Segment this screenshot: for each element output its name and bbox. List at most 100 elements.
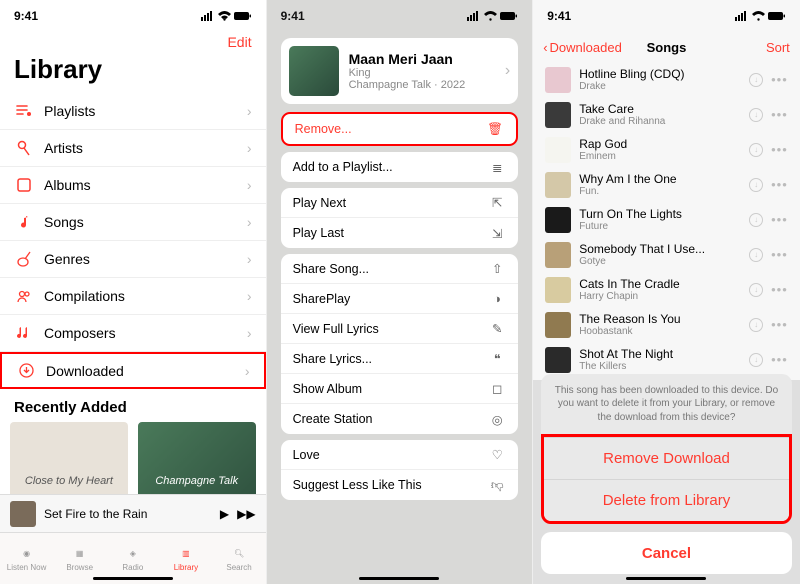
row-composers[interactable]: Composers › — [0, 315, 266, 352]
nav-title: Songs — [647, 40, 687, 55]
menu-share-song[interactable]: Share Song...⇧ — [281, 254, 519, 284]
note-icon — [14, 215, 34, 230]
tab-listen-now[interactable]: ◉Listen Now — [0, 533, 53, 584]
more-button[interactable]: ••• — [771, 317, 788, 332]
wifi-icon — [484, 11, 497, 21]
more-button[interactable]: ••• — [771, 107, 788, 122]
downloaded-badge-icon: ↓ — [749, 73, 763, 87]
song-row[interactable]: Why Am I the OneFun.↓ ••• — [537, 167, 796, 202]
row-playlists[interactable]: Playlists › — [0, 93, 266, 130]
action-delete-library[interactable]: Delete from Library — [544, 479, 789, 521]
row-label: Albums — [44, 177, 247, 193]
song-title: Cats In The Cradle — [579, 277, 749, 291]
song-row[interactable]: The Reason Is YouHoobastank↓••• — [537, 307, 796, 342]
clock: 9:41 — [547, 9, 571, 23]
now-playing-bar[interactable]: Set Fire to the Rain ▶ ▶▶ — [0, 494, 266, 532]
person-group-icon — [14, 289, 34, 303]
more-button[interactable]: ••• — [771, 352, 788, 367]
chevron-right-icon: › — [247, 103, 252, 119]
song-artist: Hoobastank — [579, 326, 749, 337]
song-title: Turn On The Lights — [579, 207, 749, 221]
song-artist: The Killers — [579, 361, 749, 372]
song-title: Somebody That I Use... — [579, 242, 749, 256]
forward-icon[interactable]: ▶▶ — [237, 507, 255, 521]
song-row[interactable]: Hotline Bling (CDQ)Drake↓••• — [537, 62, 796, 97]
song-art — [545, 137, 571, 163]
song-artist: Drake — [579, 81, 749, 92]
row-albums[interactable]: Albums › — [0, 167, 266, 204]
signal-icon — [201, 11, 215, 21]
nowplaying-title: Set Fire to the Rain — [44, 507, 220, 521]
song-art — [545, 347, 571, 373]
row-songs[interactable]: Songs › — [0, 204, 266, 241]
play-circle-icon: ◉ — [19, 545, 35, 561]
downloaded-badge-icon: ↓ — [749, 248, 763, 262]
song-artist: Fun. — [579, 186, 749, 197]
song-art — [545, 312, 571, 338]
song-row[interactable]: Rap GodEminem↓••• — [537, 132, 796, 167]
downloaded-badge-icon: ↓ — [749, 353, 763, 367]
row-artists[interactable]: Artists › — [0, 130, 266, 167]
grid-icon: ▦ — [72, 545, 88, 561]
song-row[interactable]: Turn On The LightsFuture↓••• — [537, 202, 796, 237]
more-button[interactable]: ••• — [771, 212, 788, 227]
song-row[interactable]: Take CareDrake and Rihanna↓••• — [537, 97, 796, 132]
play-icon[interactable]: ▶ — [220, 507, 229, 521]
playlist-icon — [14, 104, 34, 118]
tab-search[interactable]: 🔍︎Search — [213, 533, 266, 584]
song-art — [289, 46, 339, 96]
menu-create-station[interactable]: Create Station◎ — [281, 404, 519, 434]
song-title: Take Care — [579, 102, 749, 116]
song-title: Maan Meri Jaan — [349, 51, 505, 67]
search-icon: 🔍︎ — [231, 545, 247, 561]
chevron-right-icon: › — [247, 288, 252, 304]
more-button[interactable]: ••• — [771, 177, 788, 192]
song-artist: Future — [579, 221, 749, 232]
row-downloaded[interactable]: Downloaded › — [0, 352, 266, 389]
clock: 9:41 — [14, 9, 38, 23]
signal-icon — [467, 11, 481, 21]
row-label: Compilations — [44, 288, 247, 304]
library-icon: ▥ — [178, 545, 194, 561]
more-button[interactable]: ••• — [771, 247, 788, 262]
menu-shareplay[interactable]: SharePlay◑ — [281, 284, 519, 314]
row-compilations[interactable]: Compilations › — [0, 278, 266, 315]
more-button[interactable]: ••• — [771, 142, 788, 157]
menu-play-next[interactable]: Play Next⇱ — [281, 188, 519, 218]
row-label: Artists — [44, 140, 247, 156]
song-row[interactable]: Shot At The NightThe Killers↓ ••• — [537, 342, 796, 377]
chevron-right-icon: › — [247, 140, 252, 156]
more-button[interactable]: ••• — [771, 72, 788, 87]
song-row[interactable]: Cats In The CradleHarry Chapin↓••• — [537, 272, 796, 307]
menu-play-last[interactable]: Play Last⇲ — [281, 218, 519, 248]
row-genres[interactable]: Genres › — [0, 241, 266, 278]
row-label: Downloaded — [46, 363, 245, 379]
menu-remove[interactable]: Remove...🗑 — [283, 114, 517, 144]
menu-show-album[interactable]: Show Album◻ — [281, 374, 519, 404]
song-title: Shot At The Night — [579, 347, 749, 361]
action-cancel[interactable]: Cancel — [541, 532, 792, 574]
song-row[interactable]: Somebody That I Use...Gotye↓••• — [537, 237, 796, 272]
queue-bottom-icon: ⇲ — [488, 226, 506, 241]
song-art — [545, 67, 571, 93]
menu-share-lyrics[interactable]: Share Lyrics...❝ — [281, 344, 519, 374]
song-artist: Drake and Rihanna — [579, 116, 749, 127]
mic-icon — [14, 140, 34, 156]
menu-view-lyrics[interactable]: View Full Lyrics✎ — [281, 314, 519, 344]
context-song-card[interactable]: Maan Meri Jaan King Champagne Talk · 202… — [281, 38, 519, 104]
edit-button[interactable]: Edit — [0, 32, 266, 52]
more-button[interactable]: ••• — [771, 282, 788, 297]
menu-love[interactable]: Love♡ — [281, 440, 519, 470]
sort-button[interactable]: Sort — [766, 40, 790, 55]
song-artist: Harry Chapin — [579, 291, 749, 302]
status-icons — [467, 11, 518, 21]
menu-add-playlist[interactable]: Add to a Playlist...≣ — [281, 152, 519, 182]
row-label: Playlists — [44, 103, 247, 119]
downloaded-badge-icon: ↓ — [749, 178, 763, 192]
song-title: Why Am I the One — [579, 172, 749, 186]
action-remove-download[interactable]: Remove Download — [544, 437, 789, 479]
menu-suggest-less[interactable]: Suggest Less Like This👎︎ — [281, 470, 519, 500]
signal-icon — [735, 11, 749, 21]
song-title: The Reason Is You — [579, 312, 749, 326]
song-art — [545, 242, 571, 268]
